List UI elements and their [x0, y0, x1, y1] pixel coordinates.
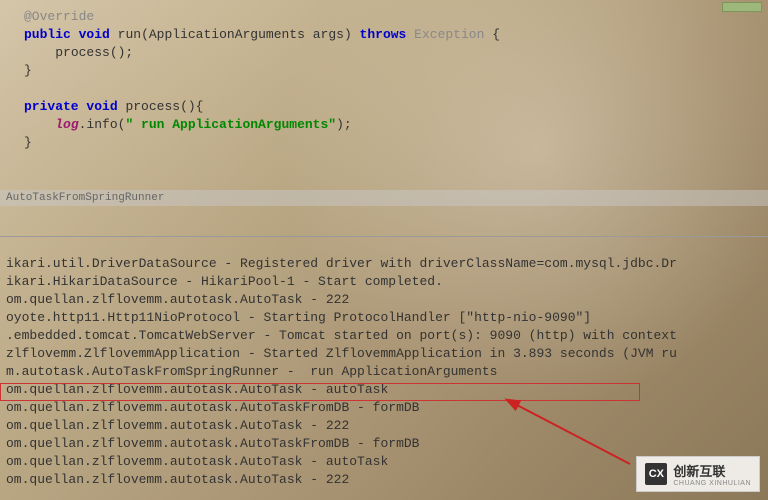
code-line: [24, 80, 768, 98]
code-editor[interactable]: @Override public void run(ApplicationArg…: [0, 0, 768, 180]
code-line: process();: [24, 44, 768, 62]
log-line: zlflovemm.ZlflovemmApplication - Started…: [6, 345, 768, 363]
watermark-logo-icon: CX: [645, 463, 667, 485]
code-line: log.info(" run ApplicationArguments");: [24, 116, 768, 134]
log-line: oyote.http11.Http11NioProtocol - Startin…: [6, 309, 768, 327]
minimap[interactable]: [722, 2, 762, 12]
log-line: om.quellan.zlflovemm.autotask.AutoTask -…: [6, 381, 768, 399]
log-line: .embedded.tomcat.TomcatWebServer - Tomca…: [6, 327, 768, 345]
code-line: private void process(){: [24, 98, 768, 116]
code-line: @Override: [24, 8, 768, 26]
code-line: }: [24, 62, 768, 80]
code-line: public void run(ApplicationArguments arg…: [24, 26, 768, 44]
watermark: CX 创新互联 CHUANG XINHULIAN: [636, 456, 760, 492]
breadcrumb-label: AutoTaskFromSpringRunner: [0, 190, 768, 206]
log-line: m.autotask.AutoTaskFromSpringRunner - ru…: [6, 363, 768, 381]
log-line: om.quellan.zlflovemm.autotask.AutoTask -…: [6, 417, 768, 435]
watermark-subtext: CHUANG XINHULIAN: [673, 480, 751, 487]
log-line: om.quellan.zlflovemm.autotask.AutoTaskFr…: [6, 435, 768, 453]
log-line: ikari.HikariDataSource - HikariPool-1 - …: [6, 273, 768, 291]
code-line: }: [24, 134, 768, 152]
pane-divider[interactable]: [0, 236, 768, 237]
watermark-text: 创新互联: [673, 461, 751, 480]
log-line: om.quellan.zlflovemm.autotask.AutoTaskFr…: [6, 399, 768, 417]
log-line: ikari.util.DriverDataSource - Registered…: [6, 255, 768, 273]
log-line: om.quellan.zlflovemm.autotask.AutoTask -…: [6, 291, 768, 309]
